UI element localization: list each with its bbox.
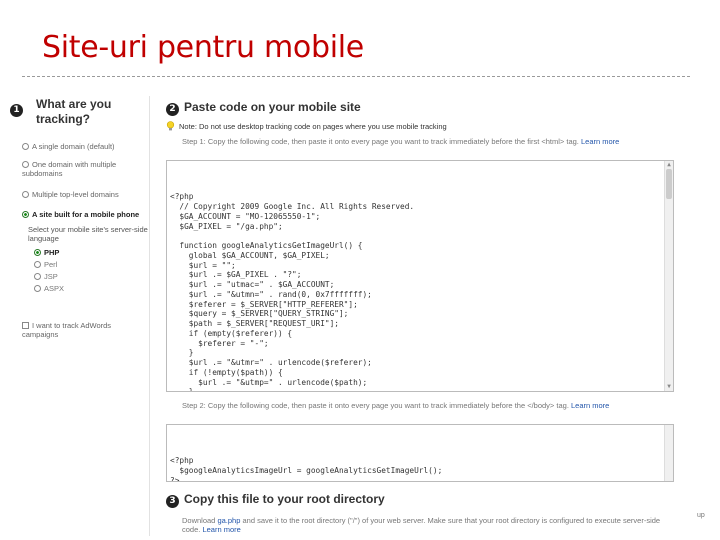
code-line: $GA_ACCOUNT = "MO-12065550-1"; — [170, 211, 321, 221]
language-php[interactable]: PHP — [34, 248, 59, 257]
code-line: $googleAnalyticsImageUrl = googleAnalyti… — [170, 466, 443, 475]
scroll-down-icon[interactable]: ▼ — [666, 384, 672, 390]
radio-selected-icon[interactable] — [34, 249, 41, 256]
language-description: Select your mobile site's server-side la… — [28, 225, 148, 243]
code-line: $url .= "utmac=" . $GA_ACCOUNT; — [170, 280, 335, 289]
option-multiple-domains[interactable]: Multiple top-level domains — [22, 190, 150, 199]
code-line: $referer = $_SERVER["HTTP_REFERER"]; — [170, 299, 358, 309]
tracking-note: Note: Do not use desktop tracking code o… — [166, 121, 447, 131]
step-2-badge: 2 — [166, 103, 179, 116]
code-line: function googleAnalyticsGetImageUrl() { — [170, 241, 363, 250]
code-line: } — [170, 387, 194, 392]
code-line: $query = $_SERVER["QUERY_STRING"]; — [170, 309, 349, 319]
option-subdomains[interactable]: One domain with multiple subdomains — [22, 160, 150, 178]
language-jsp[interactable]: JSP — [34, 272, 58, 281]
code-line: $url .= "&utmp=" . urlencode($path); — [170, 377, 368, 387]
download-ga-php-link[interactable]: ga.php — [217, 516, 240, 525]
image-code-box[interactable]: <?php $googleAnalyticsImageUrl = googleA… — [166, 424, 674, 482]
radio-selected-icon[interactable] — [22, 211, 29, 218]
code-line: $url .= $GA_PIXEL . "?"; — [170, 270, 302, 280]
option-single-domain[interactable]: A single domain (default) — [22, 142, 150, 151]
language-perl[interactable]: Perl — [34, 260, 57, 269]
language-aspx[interactable]: ASPX — [34, 284, 64, 293]
tracking-code-box[interactable]: ▲ ▼ <?php // Copyright 2009 Google Inc. … — [166, 160, 674, 392]
code-line: $url = ""; — [170, 260, 236, 270]
radio-icon[interactable] — [34, 285, 41, 292]
step-1-badge: 1 — [10, 104, 23, 117]
radio-icon[interactable] — [22, 191, 29, 198]
code-line: $url .= "&utmn=" . rand(0, 0x7fffffff); — [170, 289, 372, 299]
checkbox-icon[interactable] — [22, 322, 29, 329]
adwords-checkbox[interactable]: I want to track AdWords campaigns — [22, 321, 142, 339]
code-line: $referer = "-"; — [170, 338, 269, 348]
code-line: if (!empty($path)) { — [170, 367, 283, 377]
step-1-instruction: Step 1: Copy the following code, then pa… — [182, 137, 620, 146]
slide-title: Site-uri pentru mobile — [42, 30, 364, 65]
learn-more-link[interactable]: Learn more — [581, 137, 619, 146]
step-3-instruction: Download ga.php and save it to the root … — [182, 516, 661, 534]
option-mobile-site[interactable]: A site built for a mobile phone — [22, 210, 150, 219]
title-divider — [22, 76, 690, 77]
code-line: <?php — [170, 456, 194, 466]
scroll-up-icon[interactable]: ▲ — [666, 162, 672, 168]
tracking-options-panel: 1 What are you tracking? A single domain… — [8, 96, 150, 536]
code-line: if (empty($referer)) { — [170, 328, 293, 338]
radio-icon[interactable] — [34, 261, 41, 268]
code-scrollbar[interactable]: ▲ ▼ — [664, 161, 673, 391]
code-line: $url .= "&utmr=" . urlencode($referer); — [170, 358, 372, 367]
step-2-instruction: Step 2: Copy the following code, then pa… — [182, 401, 610, 410]
corner-tag: up — [697, 512, 705, 519]
code-line: global $GA_ACCOUNT, $GA_PIXEL; — [170, 250, 330, 260]
tracking-heading: What are you tracking? — [36, 97, 112, 126]
code-instructions-panel: 2 Paste code on your mobile site Note: Do… — [160, 96, 685, 540]
code-line: <?php — [170, 192, 194, 202]
radio-icon[interactable] — [22, 143, 29, 150]
lightbulb-icon — [166, 121, 175, 131]
step-3-badge: 3 — [166, 495, 179, 508]
code-line: $path = $_SERVER["REQUEST_URI"]; — [170, 319, 339, 328]
code-line: ?> — [170, 475, 180, 482]
step-2-heading: 2 Paste code on your mobile site — [166, 100, 361, 116]
radio-icon[interactable] — [34, 273, 41, 280]
learn-more-link[interactable]: Learn more — [571, 401, 609, 410]
scroll-thumb[interactable] — [666, 169, 672, 199]
step-3-heading: 3 Copy this file to your root directory — [166, 492, 385, 508]
code-scrollbar[interactable] — [664, 425, 673, 481]
code-line: // Copyright 2009 Google Inc. All Rights… — [170, 202, 415, 211]
learn-more-link[interactable]: Learn more — [202, 525, 240, 534]
code-line: } — [170, 348, 194, 358]
code-line: $GA_PIXEL = "/ga.php"; — [170, 221, 283, 231]
radio-icon[interactable] — [22, 161, 29, 168]
